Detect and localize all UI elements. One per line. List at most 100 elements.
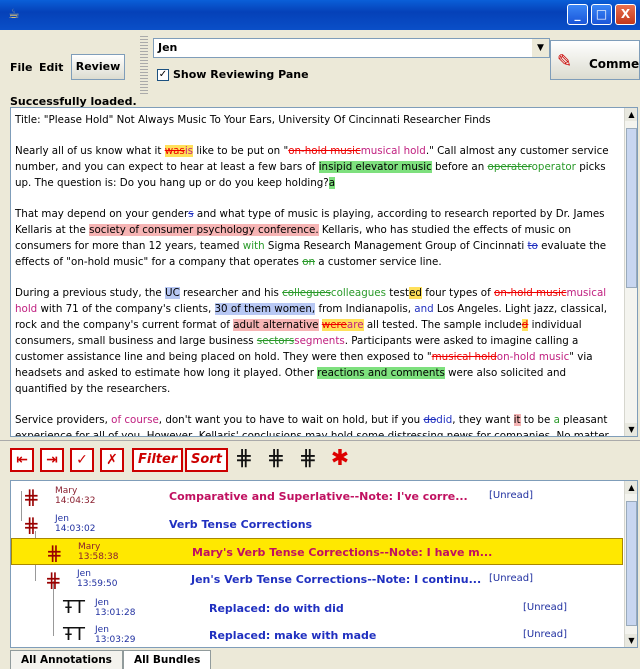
menu-file[interactable]: File: [10, 61, 33, 74]
doc-segment: four types of: [421, 287, 495, 299]
bundle-delete-icon[interactable]: ✱: [326, 446, 354, 474]
timestamp: 13:58:38: [78, 552, 119, 562]
doc-segment[interactable]: UC: [165, 287, 180, 299]
maximize-button[interactable]: □: [591, 4, 612, 25]
tree-scrollbar[interactable]: ▲ ▼: [624, 481, 637, 647]
doc-segment: from Indianapolis,: [315, 303, 415, 315]
menu-edit[interactable]: Edit: [39, 61, 63, 74]
chevron-down-icon[interactable]: ▼: [532, 39, 549, 57]
document-scrollbar[interactable]: ▲ ▼: [624, 108, 637, 436]
doc-paragraph-1: Nearly all of us know what it wasis like…: [15, 143, 615, 191]
doc-segment: a customer service line.: [315, 256, 442, 268]
doc-segment[interactable]: do: [423, 414, 436, 426]
doc-segment[interactable]: with: [243, 240, 265, 252]
doc-segment[interactable]: musical hold: [432, 351, 497, 363]
bundle-remove-icon[interactable]: ⋕: [294, 446, 322, 474]
tree-row-author: Jen 13:01:28: [95, 598, 135, 618]
doc-segment[interactable]: musical hold: [361, 145, 426, 157]
sort-button[interactable]: Sort: [185, 448, 228, 472]
timestamp: 13:01:28: [95, 608, 136, 618]
tree-row-author: Jen 13:59:50: [77, 569, 117, 589]
doc-segment[interactable]: ed: [409, 287, 422, 299]
replace-icon: ŦT: [63, 597, 85, 618]
bundle-icon: ⋕: [23, 485, 40, 509]
tree-row-title: Comparative and Superlative--Note: I've …: [169, 490, 468, 503]
doc-segment: to be: [520, 414, 554, 426]
next-icon[interactable]: ⇥: [40, 448, 64, 472]
unread-badge: [Unread]: [523, 629, 567, 640]
tab-all-annotations[interactable]: All Annotations: [10, 650, 123, 669]
doc-segment: test: [386, 287, 410, 299]
tree-row[interactable]: ⋕ Mary 14:04:32 Comparative and Superlative…: [11, 483, 623, 510]
doc-segment[interactable]: on-hold music: [494, 287, 566, 299]
author-name: Mary: [55, 486, 78, 496]
doc-segment[interactable]: 30 of them women,: [214, 303, 316, 315]
scroll-up-icon[interactable]: ▲: [625, 108, 637, 121]
tab-all-bundles[interactable]: All Bundles: [122, 650, 212, 669]
doc-segment[interactable]: and: [414, 303, 433, 315]
author-name: Mary: [78, 542, 101, 552]
close-button[interactable]: X: [615, 4, 636, 25]
scroll-down-icon[interactable]: ▼: [625, 634, 637, 647]
scroll-up-icon[interactable]: ▲: [625, 481, 637, 494]
bundle-new-icon[interactable]: ⋕: [230, 446, 258, 474]
doc-segment[interactable]: operator: [532, 161, 576, 173]
doc-segment[interactable]: were: [321, 319, 347, 331]
document-pane[interactable]: Title: "Please Hold" Not Always Music To…: [10, 107, 638, 437]
doc-segment[interactable]: was: [164, 145, 185, 157]
menu-review[interactable]: Review: [71, 54, 125, 80]
previous-icon[interactable]: ⇤: [10, 448, 34, 472]
doc-segment[interactable]: sectors: [257, 335, 294, 347]
doc-segment[interactable]: to: [528, 240, 538, 252]
show-reviewing-pane-checkbox[interactable]: ✓ Show Reviewing Pane: [157, 68, 309, 81]
doc-segment[interactable]: reactions and comments: [317, 367, 445, 379]
toolbar-grip[interactable]: [140, 36, 148, 94]
doc-segment: Sigma Research Management Group of Cinci…: [264, 240, 528, 252]
reject-icon[interactable]: ✗: [100, 448, 124, 472]
doc-segment[interactable]: it: [513, 414, 521, 426]
doc-paragraph-2: That may depend on your genders and what…: [15, 206, 615, 270]
doc-segment[interactable]: on-hold music: [497, 351, 569, 363]
doc-segment[interactable]: is: [184, 145, 194, 157]
window-titlebar: ☕ _ □ X: [0, 0, 640, 30]
doc-segment[interactable]: on: [302, 256, 315, 268]
checkbox-check-icon[interactable]: ✓: [157, 68, 169, 81]
tree-row[interactable]: ⋕ Jen 14:03:02 Verb Tense Corrections: [11, 511, 623, 538]
filter-button[interactable]: Filter: [132, 448, 184, 472]
document-text[interactable]: Title: "Please Hold" Not Always Music To…: [15, 112, 615, 436]
doc-segment[interactable]: a: [328, 177, 336, 189]
doc-segment: During a previous study, the: [15, 287, 166, 299]
doc-segment: , they want: [452, 414, 514, 426]
minimize-button[interactable]: _: [567, 4, 588, 25]
author-name: Jen: [95, 598, 109, 608]
doc-segment[interactable]: segments: [294, 335, 345, 347]
tree-row[interactable]: ŦT Jen 13:03:29 Replaced: make with made [Un…: [11, 622, 623, 647]
comment-button[interactable]: ✎ Comment: [550, 40, 640, 80]
bundle-tree[interactable]: ⋕ Mary 14:04:32 Comparative and Superlative…: [10, 480, 638, 648]
doc-segment[interactable]: are: [346, 319, 364, 331]
doc-segment: before an: [431, 161, 488, 173]
doc-segment[interactable]: operater: [488, 161, 532, 173]
scroll-thumb[interactable]: [626, 501, 637, 626]
doc-segment[interactable]: did: [436, 414, 452, 426]
scroll-thumb[interactable]: [626, 128, 637, 288]
tree-row[interactable]: ⋕ Jen 13:59:50 Jen's Verb Tense Corrections…: [11, 566, 623, 593]
doc-segment: like to be put on ": [193, 145, 289, 157]
doc-segment[interactable]: of course: [111, 414, 159, 426]
tree-row-title: Verb Tense Corrections: [169, 518, 313, 531]
doc-segment[interactable]: colleagues: [331, 287, 386, 299]
doc-segment[interactable]: collegues: [282, 287, 331, 299]
tree-row[interactable]: ŦT Jen 13:01:28 Replaced: do with did [Unrea…: [11, 595, 623, 622]
reviewer-select[interactable]: Jen ▼: [153, 38, 550, 58]
bundle-add-icon[interactable]: ⋕: [262, 446, 290, 474]
doc-paragraph-3: During a previous study, the UC research…: [15, 285, 615, 397]
scroll-down-icon[interactable]: ▼: [625, 423, 637, 436]
doc-segment[interactable]: society of consumer psychology conferenc…: [89, 224, 319, 236]
doc-segment[interactable]: adult alternative: [233, 319, 319, 331]
doc-segment[interactable]: insipid elevator music: [318, 161, 432, 173]
bundle-icon: ⋕: [45, 568, 62, 592]
tree-row[interactable]: ⋕ Mary 13:58:38 Mary's Verb Tense Correctio…: [11, 538, 623, 565]
comment-icon: ✎: [557, 51, 573, 72]
doc-segment[interactable]: on-hold music: [288, 145, 360, 157]
accept-icon[interactable]: ✓: [70, 448, 94, 472]
